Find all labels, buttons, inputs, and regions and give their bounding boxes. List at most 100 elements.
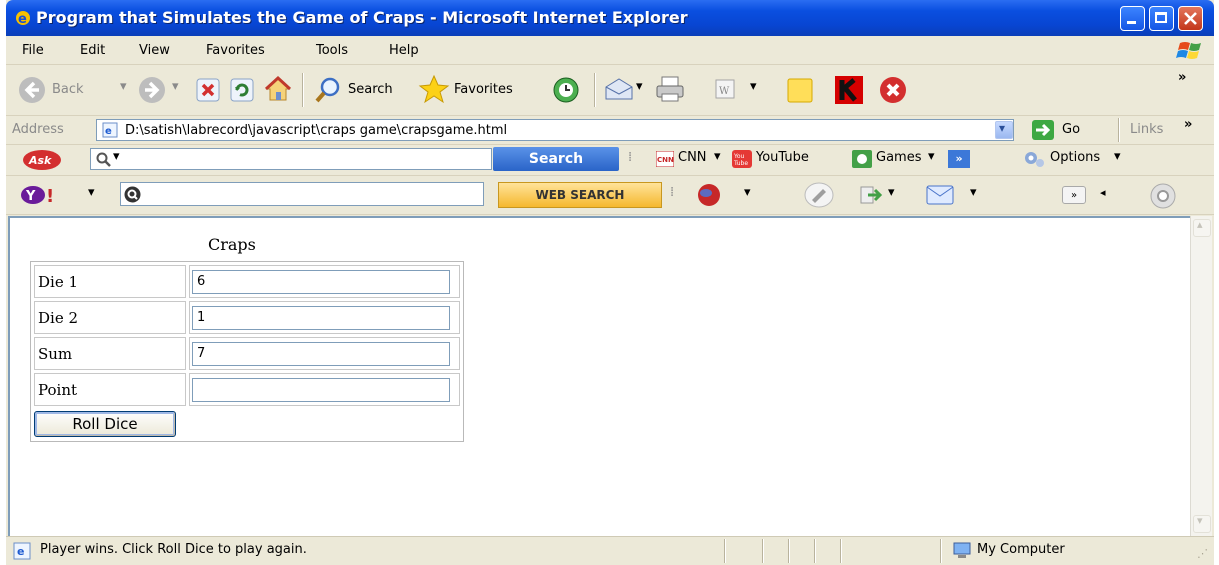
more-chevron-icon[interactable]: »: [948, 150, 970, 168]
roll-dice-button[interactable]: Roll Dice: [34, 410, 176, 437]
search-icon[interactable]: [314, 76, 342, 104]
close-icon: [1184, 12, 1197, 25]
sum-field[interactable]: [192, 341, 450, 366]
back-arrow-icon[interactable]: [18, 76, 46, 104]
status-bar: e Player wins. Click Roll Dice to play a…: [6, 536, 1214, 565]
vertical-scrollbar[interactable]: ▴ ▾: [1190, 216, 1212, 536]
ask-search-input[interactable]: ▾: [90, 148, 492, 170]
menu-view[interactable]: View: [139, 43, 170, 58]
magnifier-icon: [96, 152, 111, 167]
window-title: Program that Simulates the Game of Craps…: [36, 8, 688, 27]
links-chevron-icon[interactable]: »: [1184, 117, 1192, 132]
yahoo-search-input[interactable]: [120, 182, 484, 206]
go-arrow-icon[interactable]: [1032, 120, 1054, 140]
options-gear-icon[interactable]: [1022, 150, 1046, 168]
home-icon[interactable]: [264, 75, 292, 103]
envelope-dropdown-icon[interactable]: ▾: [970, 185, 977, 200]
svg-text:You: You: [733, 153, 745, 160]
scroll-left-icon[interactable]: ◂: [1100, 186, 1106, 199]
favorites-label[interactable]: Favorites: [454, 82, 513, 97]
ask-search-button[interactable]: Search: [493, 147, 619, 171]
close-button[interactable]: [1178, 6, 1203, 31]
youtube-link[interactable]: YouTube: [756, 150, 809, 165]
craps-form: Die 1 Die 2 Sum Point Roll Dice: [30, 261, 464, 442]
pencil-icon[interactable]: [804, 182, 834, 208]
menu-file[interactable]: File: [22, 43, 44, 58]
address-dropdown-button[interactable]: ▾: [995, 121, 1013, 139]
games-icon[interactable]: [852, 150, 872, 168]
svg-text:e: e: [105, 126, 112, 137]
title-bar[interactable]: e Program that Simulates the Game of Cra…: [6, 0, 1214, 36]
die1-field[interactable]: [192, 269, 450, 294]
ie-icon: e: [16, 11, 30, 27]
minimize-button[interactable]: [1120, 6, 1145, 31]
chevron-up-icon: ▴: [1197, 218, 1203, 231]
back-label[interactable]: Back: [52, 82, 84, 97]
yahoo-logo-icon[interactable]: Y!: [20, 184, 66, 206]
cnn-icon[interactable]: CNN: [656, 151, 674, 167]
options-dropdown-icon[interactable]: ▾: [1114, 149, 1121, 164]
table-row: Point: [34, 373, 460, 406]
scroll-up-button[interactable]: ▴: [1193, 218, 1211, 237]
ask-search-dropdown-icon[interactable]: ▾: [113, 149, 120, 164]
menu-favorites[interactable]: Favorites: [206, 43, 265, 58]
die1-label: Die 1: [34, 265, 186, 298]
svg-text:e: e: [17, 545, 24, 558]
my-computer-icon: [953, 542, 971, 558]
edit-document-icon[interactable]: W: [714, 78, 736, 100]
windows-flag-icon: [1176, 42, 1201, 59]
expand-chevron-icon[interactable]: »: [1062, 186, 1086, 204]
address-url[interactable]: D:\satish\labrecord\javascript\craps gam…: [125, 123, 507, 138]
go-button[interactable]: Go: [1062, 122, 1080, 137]
messenger-note-icon[interactable]: [786, 76, 814, 104]
bookmark-dropdown-icon[interactable]: ▾: [888, 185, 895, 200]
yahoo-mail-globe-icon[interactable]: [692, 182, 726, 208]
die2-field[interactable]: [192, 305, 450, 330]
block-icon[interactable]: [878, 75, 908, 105]
menu-help[interactable]: Help: [389, 43, 419, 58]
yahoo-dropdown-icon[interactable]: ▾: [88, 185, 95, 200]
games-link[interactable]: Games: [876, 150, 921, 165]
games-dropdown-icon[interactable]: ▾: [928, 149, 935, 164]
menu-edit[interactable]: Edit: [80, 43, 105, 58]
ask-logo-icon[interactable]: Ask: [22, 149, 62, 171]
links-label[interactable]: Links: [1130, 122, 1163, 137]
table-row: Die 1: [34, 265, 460, 298]
security-zone: My Computer: [977, 542, 1065, 557]
maximize-button[interactable]: [1149, 6, 1174, 31]
print-icon[interactable]: [654, 75, 686, 103]
kaspersky-icon[interactable]: [834, 75, 864, 105]
refresh-icon[interactable]: [230, 78, 254, 102]
bookmark-add-icon[interactable]: [858, 184, 884, 206]
history-icon[interactable]: [552, 76, 580, 104]
options-button[interactable]: Options: [1050, 150, 1100, 165]
forward-arrow-icon[interactable]: [138, 76, 166, 104]
envelope-icon[interactable]: [926, 185, 954, 205]
search-label[interactable]: Search: [348, 82, 393, 97]
resize-grip-icon[interactable]: ⋰: [1197, 547, 1208, 560]
cnn-link[interactable]: CNN: [678, 150, 707, 165]
cnn-dropdown-icon[interactable]: ▾: [714, 149, 721, 164]
point-field[interactable]: [192, 377, 450, 402]
stop-icon[interactable]: [196, 78, 220, 102]
address-field[interactable]: e D:\satish\labrecord\javascript\craps g…: [96, 119, 1014, 141]
toolbar-chevron-icon[interactable]: »: [1178, 70, 1186, 85]
yahoo-grip-icon: ⁞: [670, 185, 675, 200]
svg-text:Tube: Tube: [733, 160, 748, 167]
chevron-down-icon: ▾: [1197, 514, 1203, 527]
point-label: Point: [34, 373, 186, 406]
scroll-down-button[interactable]: ▾: [1193, 514, 1211, 533]
minimize-icon: [1127, 21, 1136, 24]
yahoo-menu-dropdown-icon[interactable]: ▾: [744, 185, 751, 200]
forward-dropdown-icon[interactable]: ▾: [172, 79, 179, 94]
mail-icon[interactable]: [604, 77, 634, 101]
edit-dropdown-icon[interactable]: ▾: [750, 79, 757, 94]
menu-tools[interactable]: Tools: [316, 43, 348, 58]
address-label: Address: [12, 122, 64, 137]
favorites-star-icon[interactable]: [418, 74, 450, 104]
settings-gear-icon[interactable]: [1148, 182, 1178, 210]
web-search-button[interactable]: WEB SEARCH: [498, 182, 662, 208]
mail-dropdown-icon[interactable]: ▾: [636, 79, 643, 94]
back-dropdown-icon[interactable]: ▾: [120, 79, 127, 94]
youtube-icon[interactable]: YouTube: [732, 150, 752, 168]
